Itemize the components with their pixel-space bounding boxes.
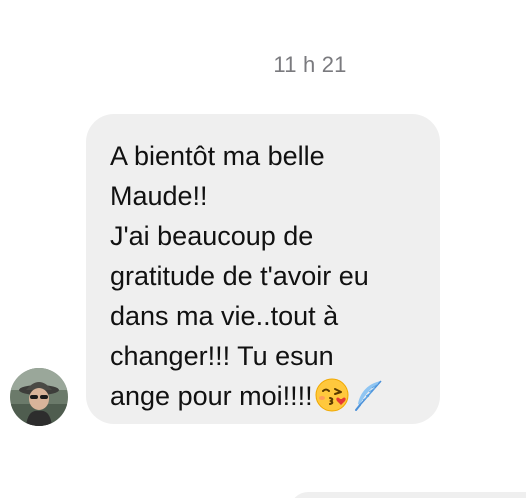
sender-avatar[interactable] xyxy=(10,368,68,426)
message-timestamp: 11 h 21 xyxy=(273,52,347,77)
message-text: A bientôt ma belle Maude!! J'ai beaucoup… xyxy=(110,141,369,411)
face-blowing-kiss-icon xyxy=(315,378,349,417)
next-message-bubble-edge xyxy=(290,492,526,498)
feather-icon xyxy=(351,378,385,417)
message-bubble[interactable]: A bientôt ma belle Maude!! J'ai beaucoup… xyxy=(86,114,440,424)
chat-screen: 11 h 21 A bientôt ma belle Maude!! J'ai … xyxy=(0,0,526,498)
